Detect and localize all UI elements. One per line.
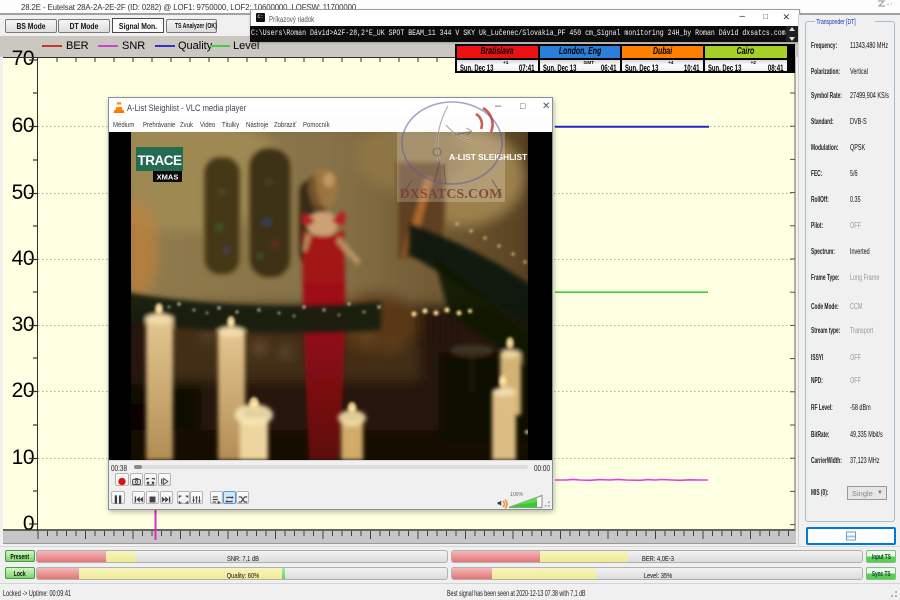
svg-text:A-LIST SLEIGHLIST: A-LIST SLEIGHLIST	[449, 152, 528, 162]
svg-text:TRACE: TRACE	[138, 153, 182, 168]
svg-text:XMAS: XMAS	[157, 173, 179, 182]
